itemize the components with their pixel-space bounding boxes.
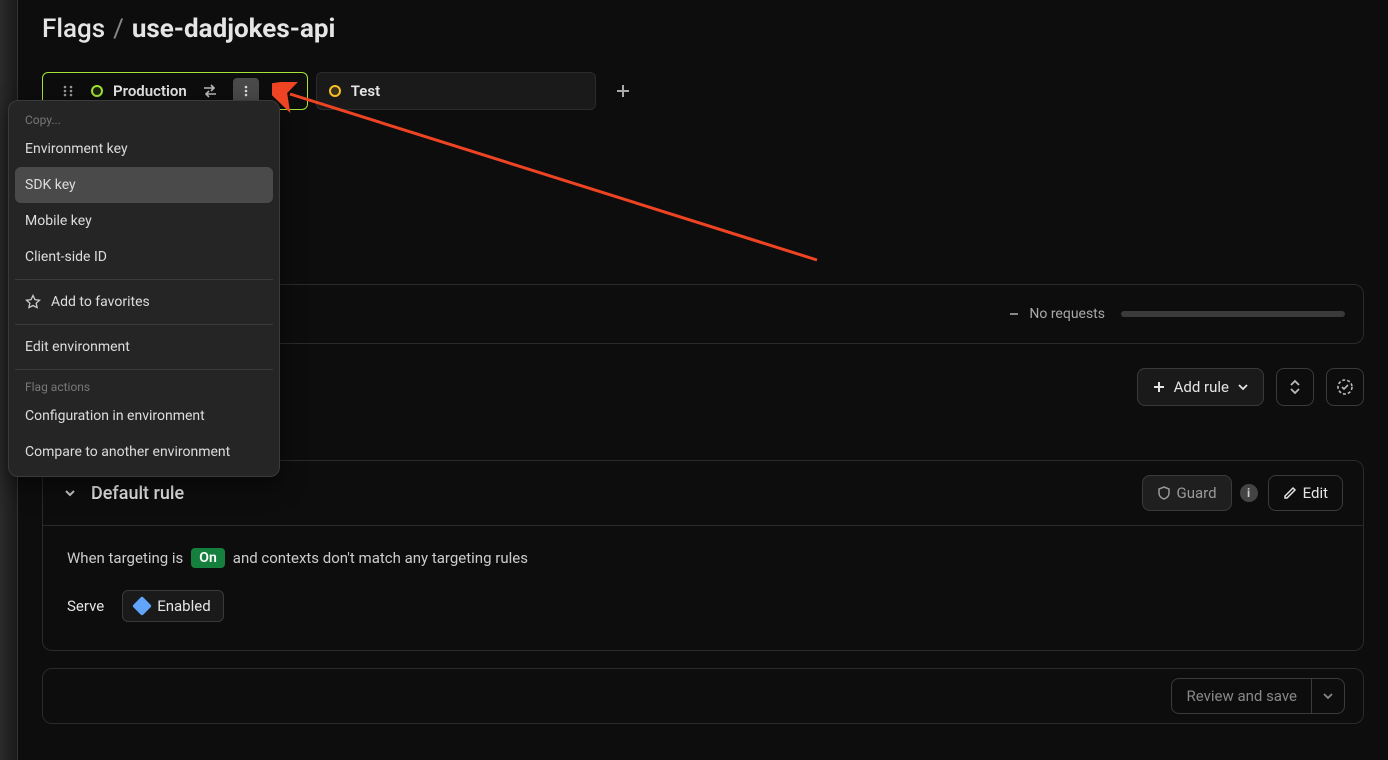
add-rule-button[interactable]: Add rule [1137,368,1264,406]
collapse-all-button[interactable] [1276,368,1314,406]
requests-bar [1121,311,1345,317]
menu-compare-env[interactable]: Compare to another environment [15,434,273,470]
menu-section-flag-actions: Flag actions [15,374,273,398]
review-save-button-group: Review and save [1171,678,1345,714]
diamond-icon [132,596,152,616]
menu-divider [15,324,273,325]
menu-config-in-env[interactable]: Configuration in environment [15,398,273,434]
breadcrumb-parent[interactable]: Flags [42,14,105,44]
menu-section-copy: Copy... [15,107,273,131]
add-environment-button[interactable] [606,74,640,108]
serve-label: Serve [67,597,104,615]
sentence-post: and contexts don't match any targeting r… [233,549,528,567]
review-save-button[interactable]: Review and save [1172,679,1311,713]
menu-sdk-key[interactable]: SDK key [15,167,273,203]
dash-icon [1007,307,1021,321]
targeting-on-badge: On [191,548,224,568]
requests-status: No requests [1007,306,1105,322]
env-tab-test[interactable]: Test [316,72,596,110]
serve-value: Enabled [157,597,210,615]
edit-rule-button[interactable]: Edit [1268,475,1343,511]
serve-row: Serve Enabled [67,590,1339,622]
shield-icon [1157,486,1171,500]
breadcrumb-current: use-dadjokes-api [132,14,336,44]
breadcrumb: Flags / use-dadjokes-api [42,0,1364,44]
environment-menu: Copy... Environment key SDK key Mobile k… [8,100,280,477]
rule-body: When targeting is On and contexts don't … [43,526,1363,650]
env-status-dot-icon [329,85,341,97]
plus-icon [1152,380,1166,394]
menu-environment-key[interactable]: Environment key [15,131,273,167]
validate-button[interactable] [1326,368,1364,406]
guard-button[interactable]: Guard [1142,475,1232,511]
add-rule-label: Add rule [1174,378,1229,396]
menu-add-favorites[interactable]: Add to favorites [15,284,273,320]
review-bar: Review and save [42,668,1364,724]
serve-value-chip: Enabled [122,590,223,622]
breadcrumb-separator: / [113,14,124,44]
collapse-icon [1287,379,1303,395]
default-rule-card: Default rule Guard i Edit When targeting… [42,460,1364,651]
edit-label: Edit [1303,484,1328,502]
pencil-icon [1283,486,1297,500]
chevron-down-icon [1322,690,1334,702]
menu-edit-environment[interactable]: Edit environment [15,329,273,365]
menu-divider [15,279,273,280]
menu-item-label: Add to favorites [51,294,150,310]
sentence-pre: When targeting is [67,549,183,567]
rule-title: Default rule [91,483,184,504]
star-icon [25,294,41,310]
check-badge-icon [1336,378,1354,396]
menu-divider [15,369,273,370]
rules-toolbar: Add rule [1137,368,1364,406]
collapse-rule-button[interactable] [63,486,77,500]
menu-mobile-key[interactable]: Mobile key [15,203,273,239]
menu-client-side-id[interactable]: Client-side ID [15,239,273,275]
env-tab-label: Production [113,82,187,100]
chevron-down-icon [63,486,77,500]
chevron-down-icon [1237,381,1249,393]
env-tab-label: Test [351,82,583,100]
env-status-dot-icon [91,85,103,97]
review-save-dropdown[interactable] [1311,679,1344,713]
rule-sentence: When targeting is On and contexts don't … [67,548,1339,568]
requests-label-text: No requests [1029,306,1105,322]
guard-label: Guard [1177,484,1217,502]
guard-info-icon[interactable]: i [1240,484,1258,502]
